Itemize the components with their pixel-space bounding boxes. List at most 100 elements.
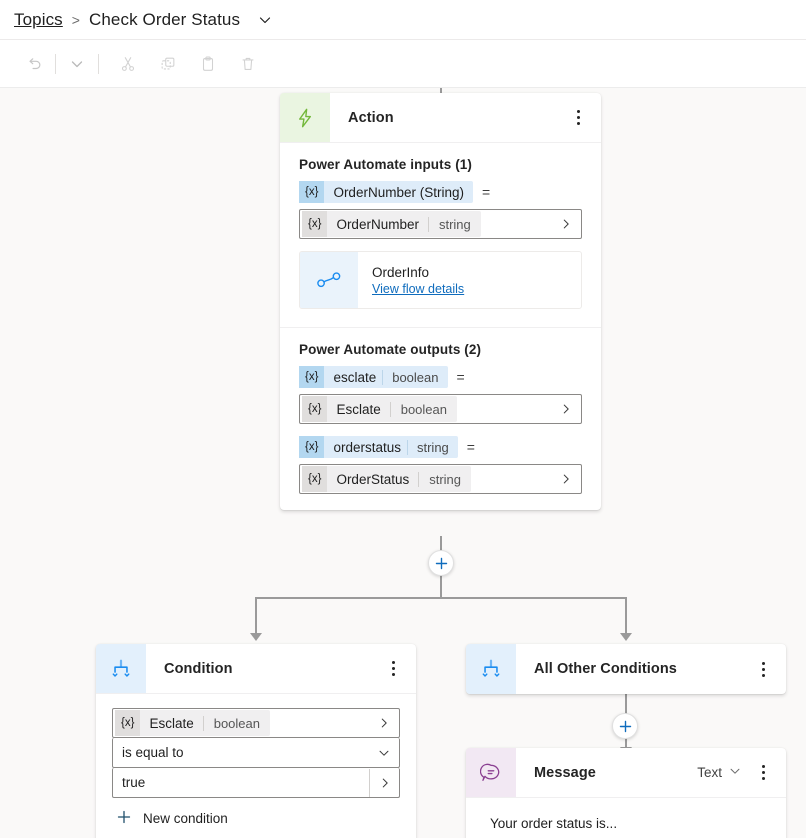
output-value-pill: {x} OrderStatus string xyxy=(302,466,471,492)
output-param-type: string xyxy=(407,440,458,455)
flow-name: OrderInfo xyxy=(372,265,464,280)
add-node-button-before-message[interactable] xyxy=(612,713,638,739)
variable-badge-icon: {x} xyxy=(302,396,327,422)
output-value-pill: {x} Esclate boolean xyxy=(302,396,457,422)
chevron-down-icon[interactable] xyxy=(369,746,399,760)
output-value-name: OrderStatus xyxy=(327,472,418,487)
message-node-body[interactable]: Your order status is... xyxy=(466,798,786,838)
chevron-down-icon[interactable] xyxy=(257,12,273,28)
branch-left-drop xyxy=(255,597,257,634)
toolbar-divider-1 xyxy=(55,54,56,74)
chevron-right-icon[interactable] xyxy=(551,402,581,416)
input-param-chip[interactable]: {x} OrderNumber (String) xyxy=(299,181,473,203)
input-equals-sign: = xyxy=(482,184,490,200)
action-node-title: Action xyxy=(330,93,565,142)
cut-button[interactable] xyxy=(112,48,144,80)
output-param-row: {x} esclate boolean = xyxy=(299,366,582,388)
message-node-title: Message xyxy=(516,748,693,797)
action-node[interactable]: Action Power Automate inputs (1) {x} Ord… xyxy=(280,93,601,510)
message-node-header: Message Text xyxy=(466,748,786,798)
power-automate-flow-icon xyxy=(280,93,330,142)
all-other-conditions-header: All Other Conditions xyxy=(466,644,786,694)
more-options-icon[interactable] xyxy=(750,758,776,788)
condition-operator-value: is equal to xyxy=(113,745,369,760)
all-other-conditions-node[interactable]: All Other Conditions xyxy=(466,644,786,694)
action-inputs-section: Power Automate inputs (1) {x} OrderNumbe… xyxy=(280,143,601,327)
chevron-right-icon[interactable] xyxy=(551,472,581,486)
chevron-right-icon[interactable] xyxy=(369,769,399,797)
output-equals-sign: = xyxy=(467,439,475,455)
output-value-field[interactable]: {x} OrderStatus string xyxy=(299,464,582,494)
condition-variable-field[interactable]: {x} Esclate boolean xyxy=(112,708,400,738)
plus-icon xyxy=(619,720,632,733)
variable-badge-icon: {x} xyxy=(299,181,324,203)
branch-right-drop xyxy=(625,597,627,634)
copy-icon xyxy=(159,55,177,73)
output-value-type: string xyxy=(418,472,471,487)
view-flow-details-link[interactable]: View flow details xyxy=(372,282,464,296)
input-value-pill: {x} OrderNumber string xyxy=(302,211,481,237)
condition-operator-select[interactable]: is equal to xyxy=(112,738,400,768)
all-other-conditions-title: All Other Conditions xyxy=(516,644,750,694)
input-param-row: {x} OrderNumber (String) = xyxy=(299,181,582,203)
plus-icon xyxy=(116,809,132,828)
input-value-type: string xyxy=(428,217,481,232)
condition-node[interactable]: Condition {x} Esclate boolean is equal t… xyxy=(96,644,416,838)
output-param-chip[interactable]: {x} orderstatus string xyxy=(299,436,458,458)
input-value-field[interactable]: {x} OrderNumber string xyxy=(299,209,582,239)
variable-badge-icon: {x} xyxy=(302,466,327,492)
flow-reference-box[interactable]: OrderInfo View flow details xyxy=(299,251,582,309)
message-body-text[interactable]: Your order status is... xyxy=(488,814,764,831)
branch-horizontal-connector xyxy=(256,597,626,599)
add-node-button-after-action[interactable] xyxy=(428,550,454,576)
input-param-name: OrderNumber (String) xyxy=(324,185,473,200)
flow-connector-icon xyxy=(300,252,358,308)
arrow-head-left xyxy=(250,633,262,641)
branch-condition-icon xyxy=(96,644,146,693)
condition-node-header: Condition xyxy=(96,644,416,694)
paste-icon xyxy=(199,55,217,73)
output-param-row: {x} orderstatus string = xyxy=(299,436,582,458)
breadcrumb-current-title: Check Order Status xyxy=(89,10,240,30)
condition-variable-type: boolean xyxy=(203,716,270,731)
output-param-chip[interactable]: {x} esclate boolean xyxy=(299,366,448,388)
action-outputs-section: Power Automate outputs (2) {x} esclate b… xyxy=(280,328,601,510)
variable-badge-icon: {x} xyxy=(302,211,327,237)
undo-dropdown-button[interactable] xyxy=(61,48,93,80)
input-value-name: OrderNumber xyxy=(327,217,428,232)
new-condition-button[interactable]: New condition xyxy=(116,809,400,828)
undo-button[interactable] xyxy=(18,48,50,80)
flow-canvas[interactable]: Action Power Automate inputs (1) {x} Ord… xyxy=(0,88,806,838)
paste-button[interactable] xyxy=(192,48,224,80)
scissors-icon xyxy=(119,55,137,73)
output-param-type: boolean xyxy=(382,370,447,385)
more-options-icon[interactable] xyxy=(380,654,406,684)
delete-button[interactable] xyxy=(232,48,264,80)
breadcrumb-parent-link[interactable]: Topics xyxy=(14,10,63,30)
inputs-section-label: Power Automate inputs (1) xyxy=(299,157,582,172)
plus-icon xyxy=(435,557,448,570)
chevron-down-icon xyxy=(728,764,742,781)
undo-icon xyxy=(25,55,43,73)
variable-badge-icon: {x} xyxy=(299,366,324,388)
arrow-head-right xyxy=(620,633,632,641)
output-param-name: orderstatus xyxy=(324,440,410,455)
condition-value-field[interactable]: true xyxy=(112,768,400,798)
outputs-section-label: Power Automate outputs (2) xyxy=(299,342,582,357)
copy-button[interactable] xyxy=(152,48,184,80)
message-format-select[interactable]: Text xyxy=(693,760,746,785)
message-bubble-icon xyxy=(466,748,516,797)
action-node-header: Action xyxy=(280,93,601,143)
condition-value: true xyxy=(113,775,369,790)
condition-node-title: Condition xyxy=(146,644,380,693)
more-options-icon[interactable] xyxy=(750,654,776,684)
chevron-right-icon[interactable] xyxy=(369,716,399,730)
output-value-field[interactable]: {x} Esclate boolean xyxy=(299,394,582,424)
condition-variable-name: Esclate xyxy=(140,716,202,731)
condition-node-body: {x} Esclate boolean is equal to true xyxy=(96,694,416,838)
message-node[interactable]: Message Text Your order status is... xyxy=(466,748,786,838)
new-condition-label: New condition xyxy=(143,811,228,826)
chevron-right-icon[interactable] xyxy=(551,217,581,231)
variable-badge-icon: {x} xyxy=(299,436,324,458)
more-options-icon[interactable] xyxy=(565,103,591,133)
